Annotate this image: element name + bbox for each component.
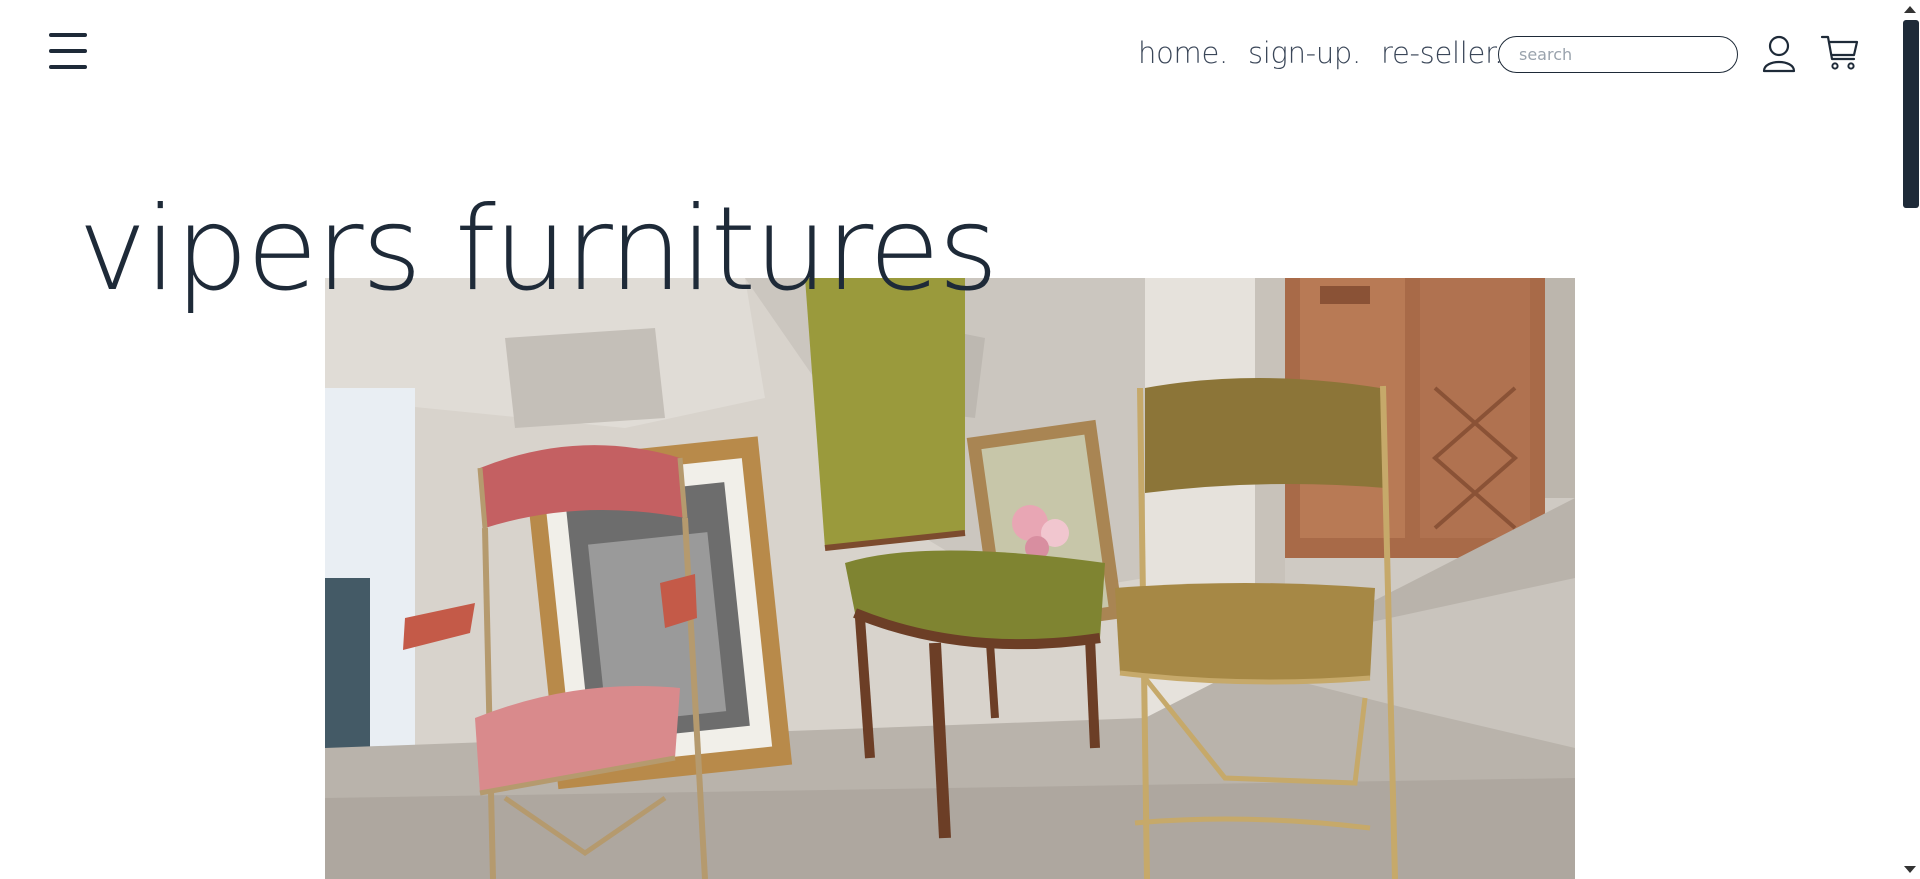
hero-title: vipers furnitures [78,182,999,317]
chairs-against-wall-photo [325,278,1575,879]
main-nav: home. sign-up. re-seller. [1138,36,1503,70]
menu-line [49,33,87,37]
search-input[interactable] [1498,36,1738,73]
user-icon[interactable] [1762,35,1796,73]
page-scrollbar[interactable] [1900,0,1920,879]
nav-re-seller-link[interactable]: re-seller. [1381,36,1503,70]
scrollbar-thumb[interactable] [1903,20,1919,208]
scroll-down-arrow-icon[interactable] [1904,866,1916,873]
cart-icon[interactable] [1820,33,1860,73]
hamburger-menu-icon[interactable] [49,33,91,69]
scroll-up-arrow-icon[interactable] [1904,6,1916,13]
page: home. sign-up. re-seller. search vipers … [0,0,1920,879]
nav-sign-up-link[interactable]: sign-up. [1248,36,1361,70]
menu-line [49,65,87,69]
nav-home-link[interactable]: home. [1138,36,1228,70]
menu-line [49,49,87,53]
